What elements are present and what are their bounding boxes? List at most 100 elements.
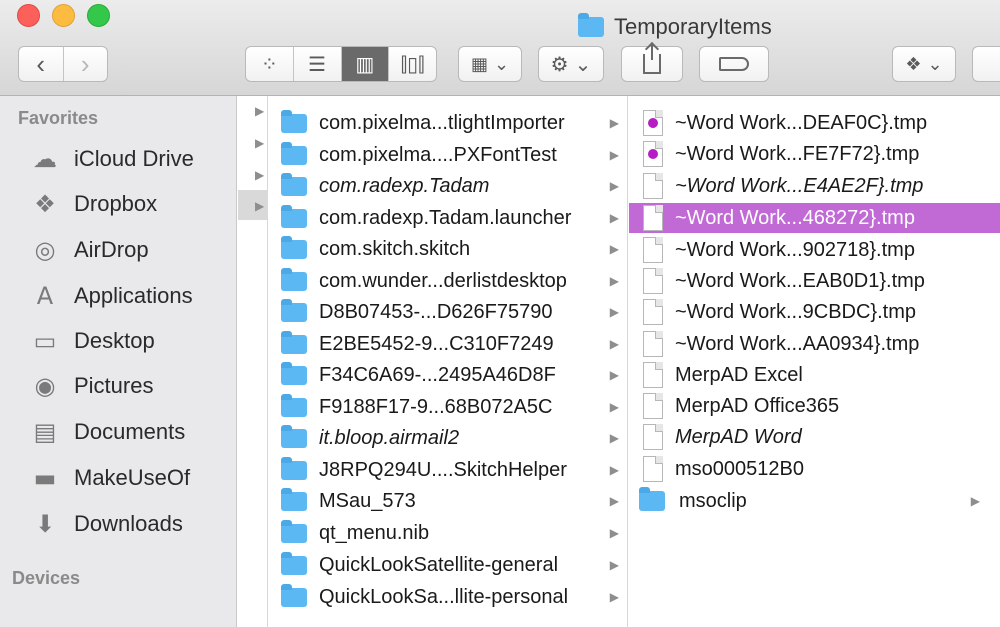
list-item[interactable]: J8RPQ294U....SkitchHelper ▶ bbox=[269, 455, 627, 485]
disclosure-arrow-icon: ▶ bbox=[255, 199, 265, 213]
word-temp-file-icon bbox=[643, 141, 663, 167]
chevron-right-icon: ▶ bbox=[609, 148, 619, 162]
list-item[interactable]: com.radexp.Tadam ▶ bbox=[269, 171, 627, 201]
folder-icon bbox=[281, 551, 307, 575]
cover-flow-view-button[interactable]: ⫿▯⫿ bbox=[389, 47, 436, 81]
list-item[interactable]: ~Word Work...AA0934}.tmp bbox=[629, 329, 1000, 359]
word-temp-file-icon bbox=[643, 110, 663, 136]
document-icon bbox=[643, 393, 663, 419]
list-item[interactable]: ~Word Work...9CBDC}.tmp bbox=[629, 297, 1000, 327]
folder-column: com.pixelma...tlightImporter ▶ com.pixel… bbox=[269, 96, 628, 627]
chevron-right-icon: ▶ bbox=[609, 494, 619, 508]
list-item[interactable]: ~Word Work...DEAF0C}.tmp bbox=[629, 108, 1000, 138]
list-item[interactable]: MerpAD Office365 bbox=[629, 391, 1000, 421]
chevron-right-icon: ▶ bbox=[609, 463, 619, 477]
item-label: qt_menu.nib bbox=[319, 521, 430, 544]
list-item[interactable]: E2BE5452-9...C310F7249 ▶ bbox=[269, 329, 627, 359]
item-label: msoclip bbox=[679, 489, 747, 512]
close-window-button[interactable] bbox=[17, 4, 40, 27]
list-item[interactable]: F9188F17-9...68B072A5C ▶ bbox=[269, 392, 627, 422]
sidebar-item-icloud-drive[interactable]: ☁ iCloud Drive bbox=[28, 141, 194, 177]
list-item[interactable]: QuickLookSa...llite-personal ▶ bbox=[269, 582, 627, 612]
list-item[interactable]: F34C6A69-...2495A46D8F ▶ bbox=[269, 360, 627, 390]
list-item[interactable]: com.pixelma...tlightImporter ▶ bbox=[269, 108, 627, 138]
parent-column[interactable]: ▶ ▶ ▶ ▶ bbox=[238, 96, 268, 627]
sidebar-item-pictures[interactable]: ◉ Pictures bbox=[28, 368, 154, 404]
chevron-right-icon: ▶ bbox=[609, 211, 619, 225]
sidebar-item-downloads[interactable]: ⬇ Downloads bbox=[28, 506, 183, 542]
list-item[interactable]: mso000512B0 bbox=[629, 454, 1000, 484]
sidebar-item-applications[interactable]: A Applications bbox=[28, 278, 193, 314]
list-item[interactable]: MSau_573 ▶ bbox=[269, 486, 627, 516]
action-button[interactable]: ⚙ ⌄ bbox=[538, 46, 604, 82]
list-item[interactable]: ~Word Work...E4AE2F}.tmp bbox=[629, 171, 1000, 201]
chevron-down-icon: ⌄ bbox=[493, 53, 510, 74]
list-item[interactable]: com.radexp.Tadam.launcher ▶ bbox=[269, 203, 627, 233]
document-icon bbox=[643, 205, 663, 231]
folder-icon bbox=[281, 361, 307, 385]
disclosure-arrow-icon: ▶ bbox=[255, 168, 265, 182]
chevron-right-icon: ▶ bbox=[609, 431, 619, 445]
sidebar-item-dropbox[interactable]: ❖ Dropbox bbox=[28, 186, 157, 222]
item-label: QuickLookSa...llite-personal bbox=[319, 585, 569, 608]
search-field[interactable] bbox=[972, 46, 1000, 82]
document-icon bbox=[643, 456, 663, 482]
airdrop-icon: ◎ bbox=[34, 236, 56, 264]
list-item[interactable]: com.skitch.skitch ▶ bbox=[269, 234, 627, 264]
chevron-right-icon: ▶ bbox=[609, 400, 619, 414]
list-item[interactable]: qt_menu.nib ▶ bbox=[269, 518, 627, 548]
list-item[interactable]: ~Word Work...EAB0D1}.tmp bbox=[629, 266, 1000, 296]
document-icon bbox=[643, 424, 663, 450]
list-item[interactable]: MerpAD Word bbox=[629, 422, 1000, 452]
list-item[interactable]: MerpAD Excel bbox=[629, 360, 1000, 390]
sidebar-item-label: iCloud Drive bbox=[74, 146, 194, 171]
arrange-button[interactable]: ▦ ⌄ bbox=[458, 46, 522, 82]
chevron-right-icon: ▶ bbox=[609, 590, 619, 604]
item-label: J8RPQ294U....SkitchHelper bbox=[319, 458, 567, 481]
dropbox-toolbar-button[interactable]: ❖ ⌄ bbox=[892, 46, 956, 82]
item-label: it.bloop.airmail2 bbox=[319, 426, 460, 449]
zoom-window-button[interactable] bbox=[87, 4, 110, 27]
window-toolbar: TemporaryItems ‹ › ⁘ ☰ ▥ ⫿▯⫿ ▦ ⌄ ⚙ ⌄ ❖ ⌄ bbox=[0, 0, 1000, 96]
list-item[interactable]: D8B07453-...D626F75790 ▶ bbox=[269, 297, 627, 327]
item-label: MerpAD Office365 bbox=[675, 394, 840, 417]
item-label: ~Word Work...9CBDC}.tmp bbox=[675, 300, 916, 323]
list-item[interactable]: QuickLookSatellite-general ▶ bbox=[269, 550, 627, 580]
sidebar-item-label: Downloads bbox=[74, 511, 183, 536]
minimize-window-button[interactable] bbox=[52, 4, 75, 27]
list-view-button[interactable]: ☰ bbox=[294, 47, 342, 81]
sidebar-item-airdrop[interactable]: ◎ AirDrop bbox=[28, 232, 149, 268]
list-item[interactable]: com.wunder...derlistdesktop ▶ bbox=[269, 266, 627, 296]
folder-icon bbox=[281, 424, 307, 448]
sidebar-item-label: Desktop bbox=[74, 328, 155, 353]
tags-button[interactable] bbox=[699, 46, 769, 82]
icon-view-button[interactable]: ⁘ bbox=[246, 47, 294, 81]
chevron-right-icon: ▶ bbox=[609, 274, 619, 288]
list-item-selected[interactable]: ~Word Work...468272}.tmp bbox=[629, 203, 1000, 233]
list-item[interactable]: com.pixelma....PXFontTest ▶ bbox=[269, 140, 627, 170]
chevron-right-icon: ▶ bbox=[609, 116, 619, 130]
back-forward-group: ‹ › bbox=[18, 46, 108, 82]
sidebar-item-makeuseof[interactable]: ▬ MakeUseOf bbox=[28, 460, 191, 496]
back-button[interactable]: ‹ bbox=[19, 47, 64, 81]
list-item[interactable]: ~Word Work...FE7F72}.tmp bbox=[629, 139, 1000, 169]
sidebar-item-documents[interactable]: ▤ Documents bbox=[28, 414, 186, 450]
sidebar-item-desktop[interactable]: ▭ Desktop bbox=[28, 323, 155, 359]
chevron-down-icon: ⌄ bbox=[574, 53, 592, 76]
share-button[interactable] bbox=[621, 44, 683, 82]
column-view-button[interactable]: ▥ bbox=[341, 47, 390, 81]
documents-icon: ▤ bbox=[33, 418, 57, 446]
chevron-right-icon: ▶ bbox=[609, 337, 619, 351]
item-label: D8B07453-...D626F75790 bbox=[319, 300, 553, 323]
list-item[interactable]: msoclip ▶ bbox=[629, 486, 1000, 516]
chevron-right-icon: ▶ bbox=[609, 242, 619, 256]
folder-icon bbox=[281, 298, 307, 322]
dropbox-icon: ❖ bbox=[905, 53, 922, 74]
forward-button[interactable]: › bbox=[64, 47, 108, 81]
desktop-icon: ▭ bbox=[33, 327, 57, 355]
list-item[interactable]: it.bloop.airmail2 ▶ bbox=[269, 423, 627, 453]
chevron-right-icon: ▶ bbox=[609, 558, 619, 572]
document-icon bbox=[643, 173, 663, 199]
devices-heading: Devices bbox=[12, 568, 81, 588]
list-item[interactable]: ~Word Work...902718}.tmp bbox=[629, 235, 1000, 265]
